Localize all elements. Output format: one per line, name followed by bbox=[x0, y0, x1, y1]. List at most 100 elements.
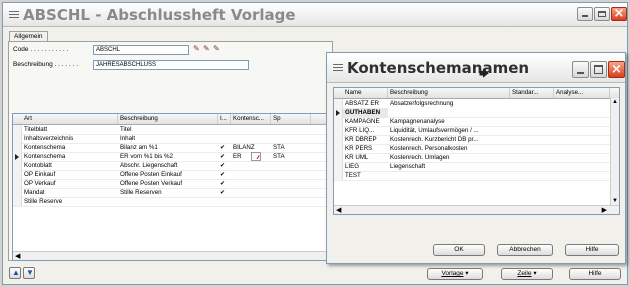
col-header-sp[interactable]: Sp bbox=[271, 114, 311, 124]
edit-icon-2[interactable]: ✎ bbox=[203, 44, 210, 53]
lookup-icon[interactable] bbox=[251, 152, 261, 161]
cell-i[interactable]: ✔ bbox=[218, 161, 231, 170]
cell-beschreibung[interactable]: Liquidität, Umlaufsvermögen / ... bbox=[388, 126, 510, 135]
cell-beschreibung[interactable]: Liegenschaft bbox=[388, 162, 510, 171]
cell-sp[interactable] bbox=[271, 170, 311, 179]
cell-name[interactable]: KR UML bbox=[343, 153, 388, 162]
close-button[interactable]: × bbox=[611, 7, 627, 21]
cell-art[interactable]: Kontenschema bbox=[22, 152, 118, 161]
cell-sp[interactable]: STA bbox=[271, 152, 311, 161]
cell-beschreibung[interactable]: Inhalt bbox=[118, 134, 218, 143]
cell-art[interactable]: Mandat bbox=[22, 188, 118, 197]
cell-i[interactable] bbox=[218, 125, 231, 134]
zeile-menu-button[interactable]: Zeile ▾ bbox=[501, 268, 553, 280]
maximize-button[interactable] bbox=[594, 7, 610, 21]
main-title-bar[interactable]: ABSCHL - Abschlussheft Vorlage bbox=[3, 3, 627, 27]
schema-names-grid[interactable]: Name Beschreibung Standar... Analyse... … bbox=[333, 87, 620, 215]
list-item[interactable]: TEST bbox=[334, 171, 619, 181]
edit-icon-1[interactable]: ✎ bbox=[193, 44, 200, 53]
cell-beschreibung[interactable] bbox=[388, 108, 510, 117]
row-selector[interactable] bbox=[334, 153, 343, 162]
cell-beschreibung[interactable]: Abschr. Liegenschaft bbox=[118, 161, 218, 170]
cell-i[interactable]: ✔ bbox=[218, 143, 231, 152]
cell-i[interactable] bbox=[218, 134, 231, 143]
lookup-maximize-button[interactable] bbox=[590, 61, 607, 78]
lookup-minimize-button[interactable] bbox=[572, 61, 589, 78]
row-selector[interactable] bbox=[13, 161, 22, 170]
cell-beschreibung[interactable]: Stille Reserven bbox=[118, 188, 218, 197]
beschreibung-field[interactable]: JAHRESABSCHLUSS bbox=[93, 60, 249, 70]
cell-art[interactable]: Kontenschema bbox=[22, 143, 118, 152]
row-selector[interactable] bbox=[13, 143, 22, 152]
row-selector[interactable] bbox=[13, 170, 22, 179]
row-selector[interactable] bbox=[13, 179, 22, 188]
cell-i[interactable]: ✔ bbox=[218, 152, 231, 161]
cell-name[interactable]: GUTHABEN bbox=[343, 108, 388, 117]
scroll-left-icon[interactable]: ◀ bbox=[336, 206, 341, 214]
cell-beschreibung[interactable]: Titel bbox=[118, 125, 218, 134]
move-up-button[interactable]: ▲ bbox=[9, 267, 21, 279]
cell-i[interactable]: ✔ bbox=[218, 179, 231, 188]
lookup-vscrollbar[interactable]: ▲ ▼ bbox=[610, 98, 619, 205]
cell-art[interactable]: Titelblatt bbox=[22, 125, 118, 134]
cell-name[interactable]: TEST bbox=[343, 171, 388, 180]
cell-i[interactable]: ✔ bbox=[218, 188, 231, 197]
cell-sp[interactable] bbox=[271, 161, 311, 170]
cell-i[interactable] bbox=[218, 197, 231, 206]
row-selector[interactable] bbox=[334, 135, 343, 144]
abbrechen-button[interactable]: Abbrechen bbox=[497, 244, 553, 256]
table-row[interactable]: Stille Reserve bbox=[13, 197, 328, 207]
cell-name[interactable]: KR DBREP bbox=[343, 135, 388, 144]
minimize-button[interactable] bbox=[577, 7, 593, 21]
scroll-up-icon[interactable]: ▲ bbox=[612, 99, 618, 105]
cell-name[interactable]: KFR LIQ... bbox=[343, 126, 388, 135]
cell-sp[interactable] bbox=[271, 134, 311, 143]
cell-beschreibung[interactable] bbox=[118, 197, 218, 206]
cell-kontenschema[interactable] bbox=[231, 197, 271, 206]
cell-beschreibung[interactable] bbox=[388, 171, 510, 180]
col-header-name[interactable]: Name bbox=[343, 88, 388, 98]
cell-art[interactable]: Inhaltsverzeichnis bbox=[22, 134, 118, 143]
scroll-right-icon[interactable]: ▶ bbox=[602, 206, 607, 214]
cell-beschreibung[interactable]: ER vom %1 bis %2 bbox=[118, 152, 218, 161]
main-grid-hscrollbar[interactable]: ◀ bbox=[13, 251, 328, 260]
ok-button[interactable]: OK bbox=[433, 244, 485, 256]
col-header-i[interactable]: I... bbox=[218, 114, 231, 124]
cell-name[interactable]: LIEG bbox=[343, 162, 388, 171]
cell-art[interactable]: OP Verkauf bbox=[22, 179, 118, 188]
cell-kontenschema[interactable] bbox=[231, 179, 271, 188]
cell-art[interactable]: Kontoblatt bbox=[22, 161, 118, 170]
col-header-beschreibung[interactable]: Beschreibung bbox=[118, 114, 218, 124]
col-header-standard[interactable]: Standar... bbox=[510, 88, 554, 98]
row-selector[interactable] bbox=[13, 197, 22, 206]
cell-name[interactable]: KR PERS bbox=[343, 144, 388, 153]
row-selector[interactable] bbox=[334, 108, 343, 117]
code-field[interactable]: ABSCHL bbox=[93, 45, 189, 55]
cell-kontenschema[interactable] bbox=[231, 188, 271, 197]
cell-beschreibung[interactable]: Kostenrech. Kurzbericht DB pr... bbox=[388, 135, 510, 144]
template-lines-grid[interactable]: Art Beschreibung I... Kontensc... Sp Tit… bbox=[12, 113, 329, 261]
row-selector[interactable] bbox=[13, 134, 22, 143]
cell-sp[interactable] bbox=[271, 188, 311, 197]
cell-kontenschema[interactable] bbox=[231, 161, 271, 170]
lookup-help-button[interactable]: Hilfe bbox=[565, 244, 619, 256]
col-header-analyse[interactable]: Analyse... bbox=[554, 88, 610, 98]
row-selector[interactable] bbox=[334, 171, 343, 180]
cell-sp[interactable]: STA bbox=[271, 143, 311, 152]
cell-kontenschema[interactable]: BILANZ bbox=[231, 143, 271, 152]
cell-art[interactable]: OP Einkauf bbox=[22, 170, 118, 179]
row-selector[interactable] bbox=[334, 117, 343, 126]
cell-beschreibung[interactable]: Offene Posten Verkauf bbox=[118, 179, 218, 188]
cell-beschreibung[interactable]: Kostenrech. Umlagen bbox=[388, 153, 510, 162]
row-selector[interactable] bbox=[13, 188, 22, 197]
move-down-button[interactable]: ▼ bbox=[23, 267, 35, 279]
cell-name[interactable]: ABSATZ ER bbox=[343, 99, 388, 108]
row-selector[interactable] bbox=[334, 99, 343, 108]
tab-allgemein[interactable]: Allgemein bbox=[9, 31, 48, 41]
cell-kontenschema[interactable] bbox=[231, 170, 271, 179]
cell-beschreibung[interactable]: Bilanz am %1 bbox=[118, 143, 218, 152]
row-selector[interactable] bbox=[13, 152, 22, 161]
scroll-left-icon[interactable]: ◀ bbox=[15, 252, 20, 260]
cell-art[interactable]: Stille Reserve bbox=[22, 197, 118, 206]
lookup-close-button[interactable]: × bbox=[608, 61, 625, 78]
